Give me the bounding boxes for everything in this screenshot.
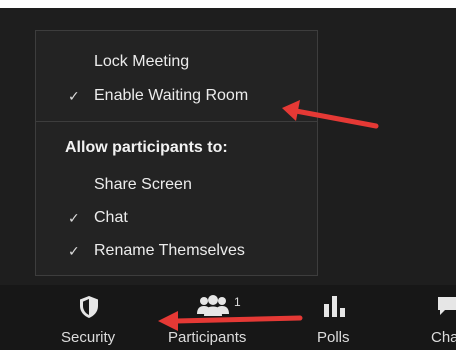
participants-count: 1 [234,295,241,309]
checkmark-icon: ✓ [68,210,80,226]
menu-item-label: Chat [94,209,128,226]
menu-item-label: Enable Waiting Room [94,87,249,104]
meeting-toolbar: Security 1 Participants Polls Cha [0,285,456,350]
menu-item-lock-meeting[interactable]: Lock Meeting [36,48,317,76]
security-button[interactable]: Security [55,285,135,350]
chat-button[interactable]: Cha [428,285,456,350]
people-icon [196,295,230,322]
security-menu: Lock Meeting ✓ Enable Waiting Room Allow… [35,30,318,276]
checkmark-icon: ✓ [68,243,80,259]
speech-bubble-icon [436,295,456,322]
shield-icon [78,295,100,324]
menu-item-label: Rename Themselves [94,242,245,259]
polls-button[interactable]: Polls [310,285,370,350]
menu-item-label: Lock Meeting [94,53,190,70]
toolbar-label: Security [61,329,116,346]
menu-item-rename-themselves[interactable]: ✓ Rename Themselves [36,237,317,265]
bar-chart-icon [322,295,346,322]
menu-item-chat[interactable]: ✓ Chat [36,204,317,232]
toolbar-label: Polls [317,329,350,346]
toolbar-label: Participants [168,329,247,346]
participants-button[interactable]: 1 Participants [165,285,265,350]
top-edge-strip [0,0,456,8]
toolbar-label: Cha [431,329,456,346]
allow-participants-heading: Allow participants to: [65,139,228,156]
menu-item-label: Share Screen [94,176,192,193]
menu-item-share-screen[interactable]: Share Screen [36,171,317,199]
menu-divider [36,121,317,122]
checkmark-icon: ✓ [68,88,80,104]
menu-item-enable-waiting-room[interactable]: ✓ Enable Waiting Room [36,82,317,110]
